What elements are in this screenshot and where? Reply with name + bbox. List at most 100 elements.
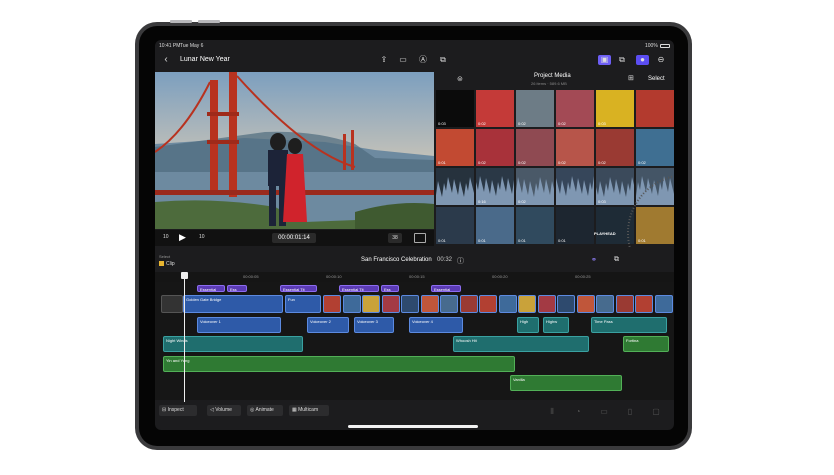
storyline-clip[interactable] [459, 295, 478, 313]
timeline-playhead[interactable] [184, 272, 185, 402]
media-thumbnail[interactable]: 0:02 [476, 90, 514, 127]
volume-button[interactable]: ◁ Volume [207, 405, 241, 416]
timeline-ruler[interactable]: 00:00:05 00:00:10 00:00:15 00:00:20 00:0… [155, 272, 674, 282]
record-icon[interactable]: ● [636, 55, 649, 65]
camera-icon[interactable]: ▭ [398, 55, 408, 65]
storyline-clip[interactable] [362, 295, 380, 313]
back-chevron-icon[interactable]: ‹ [161, 55, 171, 65]
snapping-icon[interactable]: ⧉ [614, 256, 619, 264]
title-clip[interactable]: Ess [227, 285, 247, 292]
main-video-clip[interactable]: Golden Gate Bridge [183, 295, 283, 313]
video-viewer[interactable] [155, 72, 434, 229]
storyline-clip[interactable] [440, 295, 458, 313]
filter-icon[interactable]: ⊜ [457, 75, 463, 83]
inspect-button[interactable]: ⊟ Inspect [159, 405, 197, 416]
zoom-level[interactable]: 38 [388, 233, 402, 243]
timecode-display[interactable]: 00:00:01:14 [272, 233, 316, 243]
speed-icon[interactable]: ◔ [573, 407, 583, 417]
media-thumbnail[interactable]: 0:02 [516, 129, 554, 166]
more-icon[interactable]: ⊖ [656, 55, 666, 65]
media-thumbnail[interactable]: 0:02 [556, 90, 594, 127]
video-clip-thumb[interactable] [161, 295, 183, 313]
project-name: San Francisco Celebration [361, 257, 432, 263]
audio-clip[interactable]: Vanilla [510, 375, 622, 391]
detach-icon[interactable]: ▭ [599, 407, 609, 417]
media-thumbnail[interactable]: 0:02 [516, 168, 554, 205]
voiceover-clip[interactable]: Voiceover 4 [409, 317, 463, 333]
storyline-clip[interactable] [342, 295, 361, 313]
multicam-button[interactable]: ▦ Multicam [289, 405, 329, 416]
media-thumbnail[interactable]: 0:01 [476, 207, 514, 244]
title-clip[interactable]: Essential [197, 285, 225, 292]
photos-icon[interactable]: ▣ [598, 55, 611, 65]
media-thumbnail[interactable]: 0:02 [476, 129, 514, 166]
storyline-clip[interactable] [420, 295, 439, 313]
media-thumbnail[interactable] [636, 90, 674, 127]
media-thumbnail[interactable] [436, 168, 474, 205]
trash-icon[interactable]: ▯ [625, 407, 635, 417]
media-thumbnail[interactable]: 0:16 [476, 168, 514, 205]
jog-wheel[interactable]: × [616, 158, 674, 248]
link-icon[interactable]: ⚭ [591, 256, 597, 264]
clip-mode-label[interactable]: Clip [166, 261, 175, 267]
media-thumbnail[interactable]: 0:01 [436, 207, 474, 244]
transport-bar: 10 ▶ 10 00:00:01:14 38 [155, 230, 434, 246]
thumb-duration: 0:01 [558, 238, 566, 243]
storyline-clip[interactable] [557, 295, 575, 313]
storyline-clip[interactable] [498, 295, 517, 313]
export-icon[interactable]: ⧉ [438, 55, 448, 65]
media-subtitle: 26 items · 589.6 MB [531, 81, 567, 86]
select-button[interactable]: Select [648, 76, 665, 82]
thumb-duration: 0:02 [518, 160, 526, 165]
playhead-handle[interactable] [181, 272, 188, 279]
media-thumbnail[interactable]: 0:02 [556, 129, 594, 166]
media-thumbnail[interactable]: 0:03 [436, 90, 474, 127]
grid-icon[interactable]: ⊞ [628, 74, 634, 82]
storyline-clip[interactable] [381, 295, 400, 313]
forward-button[interactable]: 10 [199, 234, 205, 240]
storyline-clip[interactable] [537, 295, 556, 313]
voiceover-icon[interactable]: Ⓐ [418, 55, 428, 65]
copy-icon[interactable]: ⧉ [617, 55, 627, 65]
title-clip[interactable]: Essential Tit [339, 285, 379, 292]
audio-clip[interactable]: Yin and Yang [163, 356, 515, 372]
animate-button[interactable]: ◎ Animate [247, 405, 283, 416]
storyline-clip[interactable] [518, 295, 536, 313]
media-thumbnail[interactable]: 0:03 [596, 90, 634, 127]
voiceover-clip[interactable]: Voiceover 1 [197, 317, 281, 333]
main-storyline[interactable] [323, 295, 674, 313]
voiceover-clip[interactable]: Time Pass [591, 317, 667, 333]
title-clip[interactable]: Essential [431, 285, 461, 292]
rewind-button[interactable]: 10 [163, 234, 169, 240]
storyline-clip[interactable] [401, 295, 419, 313]
media-thumbnail[interactable]: 0:01 [436, 129, 474, 166]
media-thumbnail[interactable]: 0:02 [516, 90, 554, 127]
more-tools-icon[interactable]: ▢ [651, 407, 661, 417]
voiceover-clip[interactable]: Voiceover 2 [307, 317, 349, 333]
media-thumbnail[interactable] [556, 168, 594, 205]
voiceover-clip[interactable]: Voiceover 3 [354, 317, 394, 333]
storyline-clip[interactable] [576, 295, 595, 313]
info-icon[interactable]: ⓘ [457, 256, 464, 266]
storyline-clip[interactable] [635, 295, 653, 313]
storyline-clip[interactable] [323, 295, 341, 313]
storyline-clip[interactable] [479, 295, 497, 313]
storyline-clip[interactable] [596, 295, 614, 313]
voiceover-clip[interactable]: High [517, 317, 539, 333]
storyline-clip[interactable] [615, 295, 634, 313]
storyline-clip[interactable] [654, 295, 673, 313]
fullscreen-icon[interactable] [414, 233, 426, 243]
share-icon[interactable]: ⇪ [379, 55, 389, 65]
title-clip[interactable]: Ess [381, 285, 399, 292]
home-indicator [348, 425, 478, 428]
audio-clip[interactable]: Fortina [623, 336, 669, 352]
split-icon[interactable]: ⫴ [547, 407, 557, 417]
audio-clip[interactable]: Whoosh Hit [453, 336, 589, 352]
media-thumbnail[interactable]: 0:01 [516, 207, 554, 244]
play-icon[interactable]: ▶ [179, 232, 186, 243]
title-clip[interactable]: Essential Tit [280, 285, 317, 292]
main-video-clip[interactable]: Fun [285, 295, 321, 313]
clip-mode-icon[interactable] [159, 261, 164, 266]
voiceover-clip[interactable]: Highw [543, 317, 569, 333]
media-thumbnail[interactable]: 0:01 [556, 207, 594, 244]
